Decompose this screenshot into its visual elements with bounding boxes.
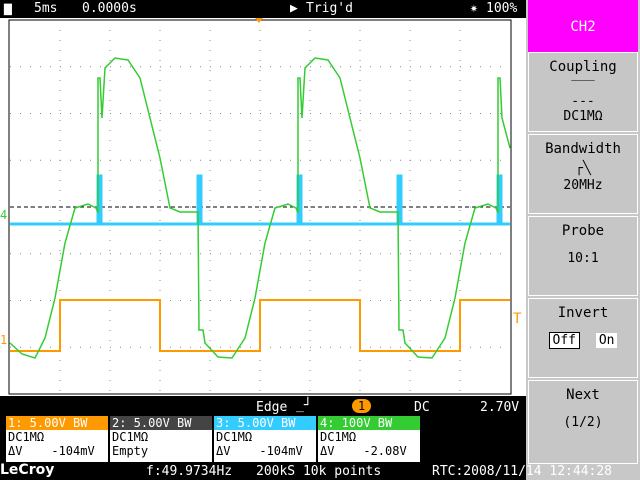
brightness-icon: ✷ [470,1,478,16]
channel-3-info[interactable]: 3: 5.00V BW DC1MΩ ΔV -104mV [214,416,316,462]
trigger-type: Edge [256,400,288,415]
status-bar: ▆ 5ms 0.0000s ▶ Trig'd ✷ 100% [0,0,526,18]
waveform-display[interactable]: 1 4 T [0,18,526,396]
bottom-status-area: Edge _┘ 1 DC 2.70V 1: 5.00V BW DC1MΩ ΔV … [0,396,612,480]
sampling-readout: 200kS 10k points [256,464,382,479]
channel-4-info[interactable]: 4: 100V BW DC1MΩ ΔV -2.08V [318,416,420,462]
real-time-clock: RTC:2008/11/14 12:44:28 [432,464,613,479]
bandwidth-button[interactable]: Bandwidth ┌╲ 20MHz [528,134,638,214]
menu-page-indicator: (1/2) [563,415,603,430]
ch4-ground-marker: 4 [0,208,7,222]
dc-coupling-icon: ‾‾‾ --- [571,79,595,109]
coupling-label: Coupling [549,59,617,75]
invert-button[interactable]: Invert Off On [528,298,638,378]
channel-2-coupling: DC1MΩ [112,430,149,444]
probe-button[interactable]: Probe 10:1 [528,216,638,296]
invert-off-option[interactable]: Off [548,332,580,349]
channel-2-info[interactable]: 2: 5.00V BW DC1MΩ Empty [110,416,212,462]
coupling-button[interactable]: Coupling ‾‾‾ --- DC1MΩ [528,52,638,132]
probe-label: Probe [561,223,605,239]
delay-value: 0.0000s [82,1,137,16]
channel-3-delta: ΔV -104mV [216,444,303,458]
trigger-level: 2.70V [480,400,520,415]
channel-4-delta: ΔV -2.08V [320,444,407,458]
invert-on-option[interactable]: On [595,333,618,348]
trigger-source-badge: 1 [352,399,372,413]
brand-logo: LeCroy [0,462,55,478]
channel-1-scale: 1: 5.00V BW [6,416,108,430]
trigger-coupling: DC [414,400,430,415]
next-label: Next [566,387,600,403]
frequency-readout: f:49.9734Hz [146,464,233,479]
stop-indicator-icon: ▆ [4,1,12,16]
channel-2-scale: 2: 5.00V BW [110,416,212,430]
channel-1-info[interactable]: 1: 5.00V BW DC1MΩ ΔV -104mV [6,416,108,462]
trigger-level-marker: T [513,311,522,327]
active-channel-label: CH2 [570,19,596,35]
softkey-panel: CH2 Coupling ‾‾‾ --- DC1MΩ Bandwidth ┌╲ 2… [526,0,640,480]
rising-edge-icon: _┘ [296,398,312,413]
ch1-ground-marker: 1 [0,333,7,347]
channel-1-delta: ΔV -104mV [8,444,95,458]
channel-3-scale: 3: 5.00V BW [214,416,316,430]
timebase-value: 5ms [34,1,58,16]
bandwidth-filter-icon: ┌╲ [575,161,591,176]
channel-2-delta: Empty [112,444,149,458]
channel-4-scale: 4: 100V BW [318,416,420,430]
channel-4-coupling: DC1MΩ [320,430,357,444]
waveform-graph[interactable]: 1 4 T [0,18,526,396]
run-state-icon: ▶ [290,1,298,16]
bandwidth-value: 20MHz [563,178,603,193]
probe-value: 10:1 [567,251,599,266]
channel-1-coupling: DC1MΩ [8,430,45,444]
trigger-state: Trig'd [306,1,353,16]
channel-3-coupling: DC1MΩ [216,430,253,444]
coupling-value: DC1MΩ [563,109,603,124]
zoom-level: 100% [486,1,518,16]
bandwidth-label: Bandwidth [545,141,621,157]
invert-label: Invert [557,305,609,321]
next-page-button[interactable]: Next (1/2) [528,380,638,464]
